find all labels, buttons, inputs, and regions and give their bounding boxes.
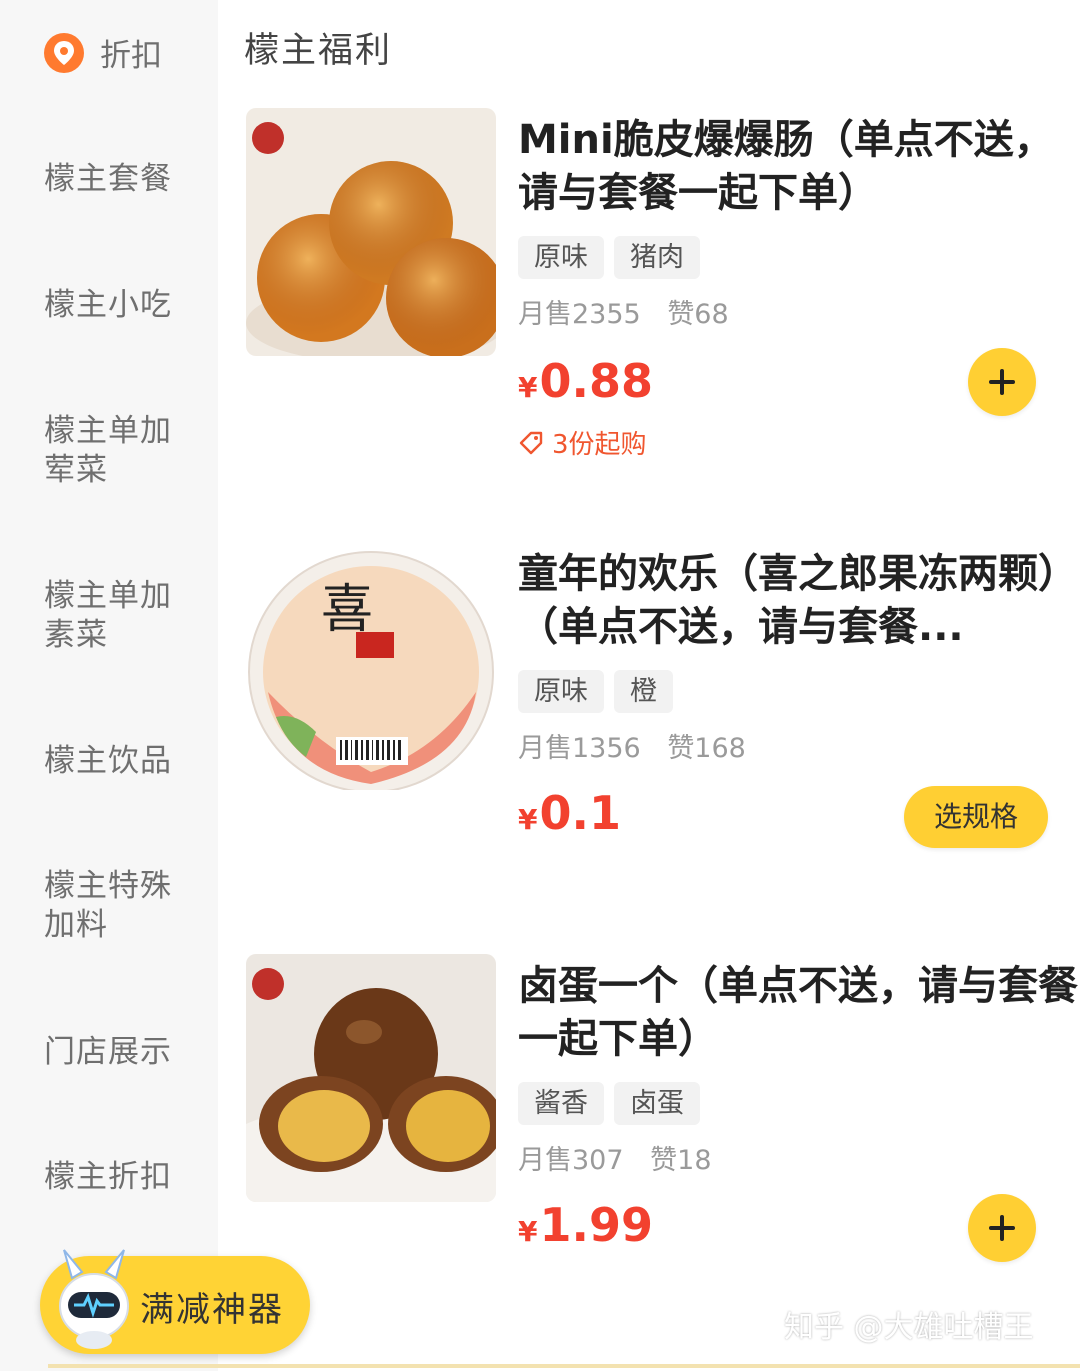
sidebar-item-meat-addon[interactable]: 檬主单加荤菜: [44, 412, 182, 490]
bottom-divider: [48, 1364, 1080, 1368]
price-value: 0.1: [539, 786, 621, 840]
sidebar-item-snacks[interactable]: 檬主小吃: [44, 286, 204, 325]
likes-count: 赞68: [667, 299, 729, 330]
promo-label: 满减神器: [140, 1290, 284, 1330]
product-tag: 猪肉: [614, 236, 700, 279]
section-title: 檬主福利: [244, 31, 393, 71]
monthly-sales: 月售307: [518, 1145, 624, 1176]
robot-mascot-icon: [59, 1249, 129, 1349]
currency-symbol: ¥: [518, 803, 538, 836]
plus-icon: [989, 369, 1015, 395]
watermark: 知乎 @大雄吐槽王: [784, 1310, 1034, 1345]
product-stats: 月售307 赞18: [518, 1138, 712, 1177]
monthly-sales: 月售2355: [518, 299, 641, 330]
category-sidebar: 折扣 檬主套餐 檬主小吃 檬主单加荤菜 檬主单加素菜 檬主饮品 檬主特殊加料 门…: [0, 0, 218, 1371]
product-price: ¥0.1: [518, 786, 621, 840]
product-price: ¥0.88: [518, 354, 653, 408]
product-image-sausage: [246, 108, 496, 356]
product-stats: 月售1356 赞168: [518, 726, 746, 765]
product-name: Mini脆皮爆爆肠（单点不送，请与套餐一起下单）: [518, 117, 1054, 216]
monthly-sales: 月售1356: [518, 733, 641, 764]
svg-text:喜: 喜: [321, 582, 373, 639]
plus-icon: [989, 1215, 1015, 1241]
product-tag: 橙: [614, 670, 673, 713]
product-tag: 原味: [518, 670, 604, 713]
product-image-egg: [246, 954, 496, 1202]
sidebar-item-drinks[interactable]: 檬主饮品: [44, 742, 204, 781]
tag-icon: [519, 431, 543, 454]
select-spec-button[interactable]: 选规格: [904, 786, 1048, 848]
sidebar-item-set-meal[interactable]: 檬主套餐: [44, 160, 204, 199]
price-value: 1.99: [539, 1198, 653, 1252]
min-purchase-note: 3份起购: [518, 424, 647, 461]
product-image-jelly: 喜: [246, 542, 496, 790]
discount-pin-icon: [44, 32, 84, 73]
product-tag: 卤蛋: [614, 1082, 700, 1125]
product-card[interactable]: Mini脆皮爆爆肠（单点不送，请与套餐一起下单） 原味 猪肉 月售2355 赞6…: [246, 108, 1080, 488]
sidebar-item-discount[interactable]: 折扣: [42, 30, 162, 75]
sidebar-item-label: 折扣: [100, 38, 162, 74]
product-name: 卤蛋一个（单点不送，请与套餐一起下单）: [518, 963, 1078, 1062]
product-tag: 原味: [518, 236, 604, 279]
product-card[interactable]: 喜 童年的欢乐（喜之郎果冻两颗）（单点不送，请与套餐... 原味 橙 月售135…: [246, 542, 1080, 922]
sidebar-item-veg-addon[interactable]: 檬主单加素菜: [44, 577, 182, 655]
product-price: ¥1.99: [518, 1198, 653, 1252]
product-tags: 原味 橙: [518, 670, 673, 713]
sidebar-item-special-toppings[interactable]: 檬主特殊加料: [44, 867, 182, 945]
add-to-cart-button[interactable]: [968, 348, 1036, 416]
sidebar-item-discounts[interactable]: 檬主折扣: [44, 1158, 204, 1197]
discount-helper-button[interactable]: 满减神器: [40, 1249, 310, 1354]
product-tag: 酱香: [518, 1082, 604, 1125]
likes-count: 赞18: [650, 1145, 712, 1176]
product-name: 童年的欢乐（喜之郎果冻两颗）（单点不送，请与套餐...: [518, 551, 1078, 650]
price-value: 0.88: [539, 354, 653, 408]
likes-count: 赞168: [667, 733, 746, 764]
product-tags: 原味 猪肉: [518, 236, 700, 279]
min-purchase-label: 3份起购: [552, 430, 647, 460]
product-stats: 月售2355 赞68: [518, 292, 729, 331]
sidebar-item-store-display[interactable]: 门店展示: [44, 1033, 204, 1072]
currency-symbol: ¥: [518, 1215, 538, 1248]
currency-symbol: ¥: [518, 371, 538, 404]
product-card[interactable]: 卤蛋一个（单点不送，请与套餐一起下单） 酱香 卤蛋 月售307 赞18 ¥1.9…: [246, 954, 1080, 1262]
add-to-cart-button[interactable]: [968, 1194, 1036, 1262]
product-tags: 酱香 卤蛋: [518, 1082, 700, 1125]
